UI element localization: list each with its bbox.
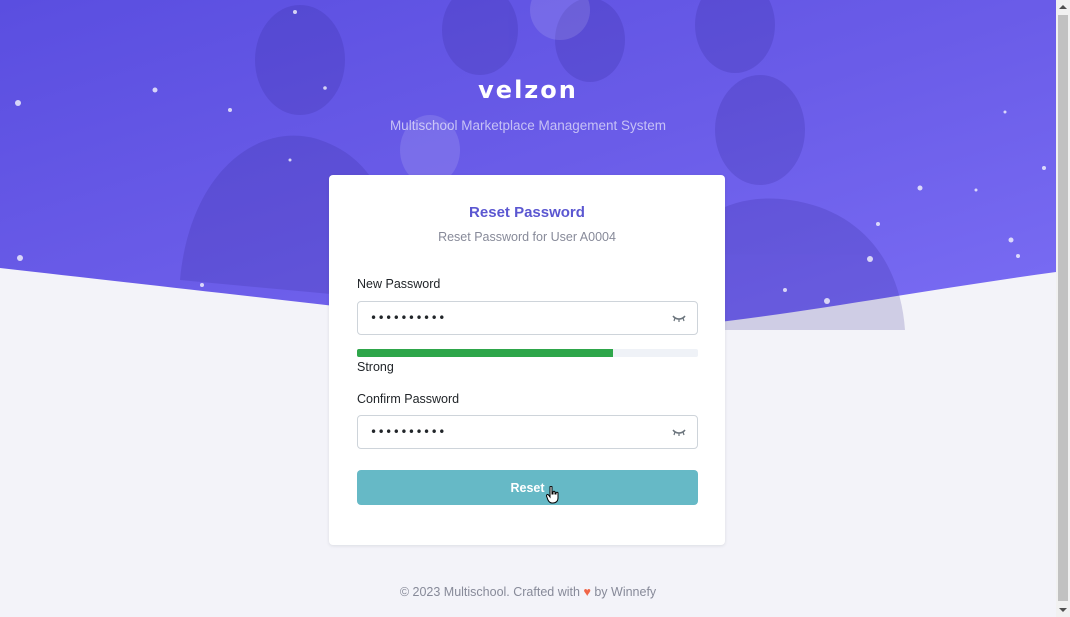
scrollbar-thumb[interactable]: [1058, 15, 1068, 601]
password-strength-bar: [357, 349, 698, 357]
new-password-input[interactable]: [358, 302, 658, 334]
logo[interactable]: velzon: [0, 76, 1056, 104]
reset-button[interactable]: Reset: [357, 470, 698, 505]
card-subtitle: Reset Password for User A0004: [438, 230, 616, 244]
heart-icon: ♥: [583, 585, 591, 599]
confirm-password-label: Confirm Password: [357, 392, 460, 406]
confirm-password-field: [357, 415, 698, 449]
password-strength-fill: [357, 349, 613, 357]
tagline: Multischool Marketplace Management Syste…: [389, 118, 667, 133]
eye-icon[interactable]: [671, 311, 687, 325]
reset-password-card: Reset Password Reset Password for User A…: [329, 175, 725, 545]
brand-header: velzon Multischool Marketplace Managemen…: [0, 76, 1056, 133]
scroll-down-arrow-icon[interactable]: [1056, 603, 1070, 617]
eye-icon[interactable]: [671, 425, 687, 439]
footer: © 2023 Multischool. Crafted with ♥ by Wi…: [0, 585, 1056, 599]
new-password-field: [357, 301, 698, 335]
new-password-label: New Password: [357, 277, 441, 291]
card-title: Reset Password: [469, 204, 585, 221]
footer-copyright: © 2023 Multischool. Crafted with: [399, 585, 580, 599]
confirm-password-input[interactable]: [358, 416, 658, 448]
scroll-up-arrow-icon[interactable]: [1056, 0, 1070, 14]
vertical-scrollbar[interactable]: [1056, 0, 1070, 617]
password-strength-label: Strong: [357, 360, 394, 374]
footer-credit: by Winnefy: [594, 585, 657, 599]
